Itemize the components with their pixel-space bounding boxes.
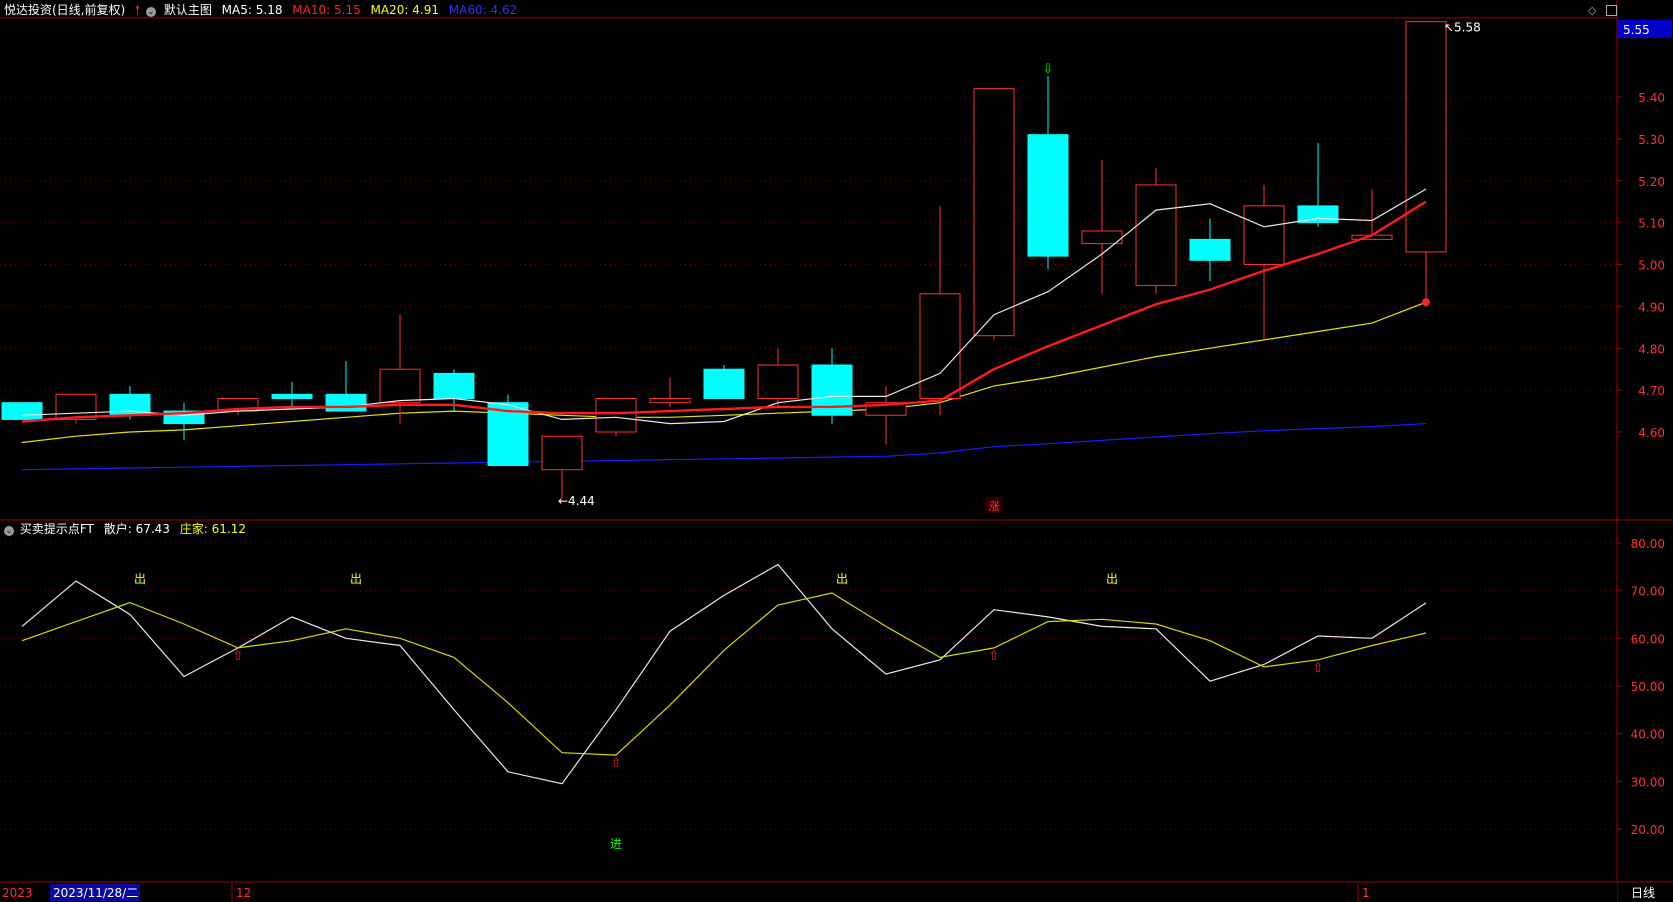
zhuangjia-label: 庄家: 61.12 [179, 522, 246, 536]
chu-signal-label: 出 [836, 572, 848, 586]
ma5-value: 5.18 [255, 3, 283, 17]
main-chart-header: 悦达投资(日线,前复权) 🠕 ⌄ 默认主图 MA5: 5.18 MA10: 5.… [4, 2, 523, 18]
price-tick-label: 4.80 [1638, 342, 1665, 356]
indicator-tick-label: 50.00 [1631, 680, 1665, 694]
price-tick-label: 5.30 [1638, 133, 1665, 147]
price-tick-label: 5.00 [1638, 259, 1665, 273]
month-1-label: 1 [1362, 886, 1370, 900]
candle-body-down [271, 393, 313, 399]
price-tick-label: 4.70 [1638, 384, 1665, 398]
candle-body-up [649, 398, 691, 404]
zhuangjia-value: 61.12 [211, 522, 246, 536]
candle-body-up [541, 435, 583, 471]
chu-signal-label: 出 [350, 572, 362, 586]
collapse-circle-icon[interactable]: ⌄ [146, 7, 156, 17]
ma60-label: MA60: 4.62 [448, 3, 518, 17]
stock-title[interactable]: 悦达投资(日线,前复权) [4, 3, 125, 17]
candle-body-down [1189, 238, 1231, 261]
red-up-arrow-icon: 🠕 [135, 3, 141, 17]
high-price-label: ↖5.58 [1444, 21, 1481, 35]
price-tick-label: 4.90 [1638, 300, 1665, 314]
chu-signal-label: 出 [1106, 572, 1118, 586]
ma10-value: 5.15 [334, 3, 361, 17]
sanhu-line [21, 563, 1427, 785]
buy-up-arrow-icon: ⇧ [233, 649, 244, 664]
candle-body-up [919, 293, 961, 399]
candle-body-up [973, 88, 1015, 337]
candle-body-up [1243, 205, 1285, 265]
buy-up-arrow-icon: ⇧ [989, 649, 1000, 664]
indicator-tick-label: 40.00 [1631, 728, 1665, 742]
candle-body-up [1081, 230, 1123, 245]
chart-canvas[interactable]: 5.40 5.30 5.20 5.10 5.00 4.90 4.80 4.70 4.60 5.55… [0, 0, 1673, 902]
candle-body-down [1027, 134, 1069, 257]
period-label[interactable]: 日线 [1631, 886, 1655, 900]
diamond-icon[interactable]: ◇ [1588, 4, 1596, 17]
ma60-value: 4.62 [490, 3, 518, 17]
maximize-box-icon[interactable] [1606, 5, 1618, 16]
ma60-line [21, 423, 1427, 471]
sanhu-label: 散户: 67.43 [103, 522, 170, 536]
ma10-label: MA10: 5.15 [292, 3, 361, 17]
candle-body-up [757, 364, 799, 399]
price-tick-label: 4.60 [1638, 426, 1665, 440]
buy-up-arrow-icon: ⇧ [1313, 661, 1324, 676]
candle-body-down [325, 393, 367, 412]
sanhu-value: 67.43 [135, 522, 170, 536]
indicator-tick-label: 80.00 [1631, 537, 1665, 551]
collapse-circle-icon[interactable]: ⌄ [4, 526, 14, 536]
candle-body-up [379, 368, 421, 404]
ma20-label: MA20: 4.91 [370, 3, 439, 17]
indicator-tick-label: 30.00 [1631, 775, 1665, 789]
candle-body-up [1135, 184, 1177, 286]
green-down-arrow-icon: ⇩ [1043, 62, 1054, 77]
candle-body-down [703, 368, 745, 399]
indicator-tick-label: 20.00 [1631, 823, 1665, 837]
price-tick-label: 5.10 [1638, 217, 1665, 231]
candle-body-up [1405, 21, 1447, 253]
zhang-label: 涨 [989, 500, 1000, 513]
window-controls: ◇ [1588, 2, 1623, 19]
chu-signal-label: 出 [134, 572, 146, 586]
year-label: 2023 [2, 886, 33, 900]
stock-chart-window: 5.40 5.30 5.20 5.10 5.00 4.90 4.80 4.70 4.60 5.55… [0, 0, 1673, 902]
cursor-date-label: 2023/11/28/二 [53, 886, 138, 900]
red-dot-marker [1422, 298, 1430, 307]
jin-signal-label: 进 [610, 837, 622, 851]
month-12-label: 12 [236, 886, 251, 900]
buy-up-arrow-icon: ⇧ [611, 756, 622, 771]
price-tick-label: 5.20 [1638, 175, 1665, 189]
indicator-tick-label: 60.00 [1631, 632, 1665, 646]
price-tick-label: 5.40 [1638, 91, 1665, 105]
ma5-label: MA5: 5.18 [221, 3, 283, 17]
main-template-label[interactable]: 默认主图 [164, 3, 212, 17]
indicator-tick-label: 70.00 [1631, 585, 1665, 599]
current-price-label: 5.55 [1623, 23, 1650, 37]
ma20-value: 4.91 [412, 3, 439, 17]
candle-body-up [595, 398, 637, 433]
candle-body-down [1, 402, 43, 420]
indicator-title[interactable]: 买卖提示点FT [20, 522, 94, 536]
indicator-header: ⌄ 买卖提示点FT 散户: 67.43 庄家: 61.12 [4, 521, 252, 537]
candle-body-down [433, 372, 475, 399]
zhuangjia-line [21, 592, 1427, 756]
low-price-label: ←4.44 [558, 494, 595, 508]
